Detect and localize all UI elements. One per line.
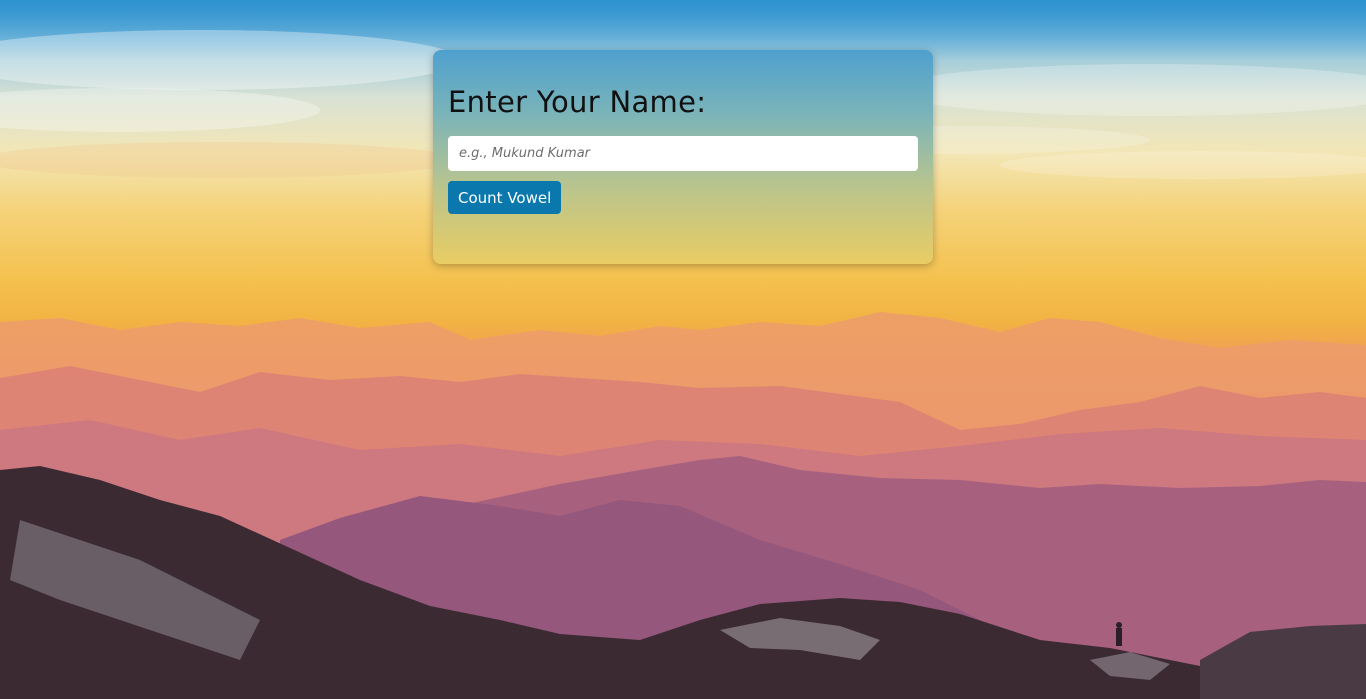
page-background: Enter Your Name: Count Vowel <box>0 0 1366 699</box>
form-title: Enter Your Name: <box>448 85 707 119</box>
name-input[interactable] <box>448 136 918 171</box>
name-form-card: Enter Your Name: Count Vowel <box>433 50 933 264</box>
count-vowel-button[interactable]: Count Vowel <box>448 181 562 214</box>
